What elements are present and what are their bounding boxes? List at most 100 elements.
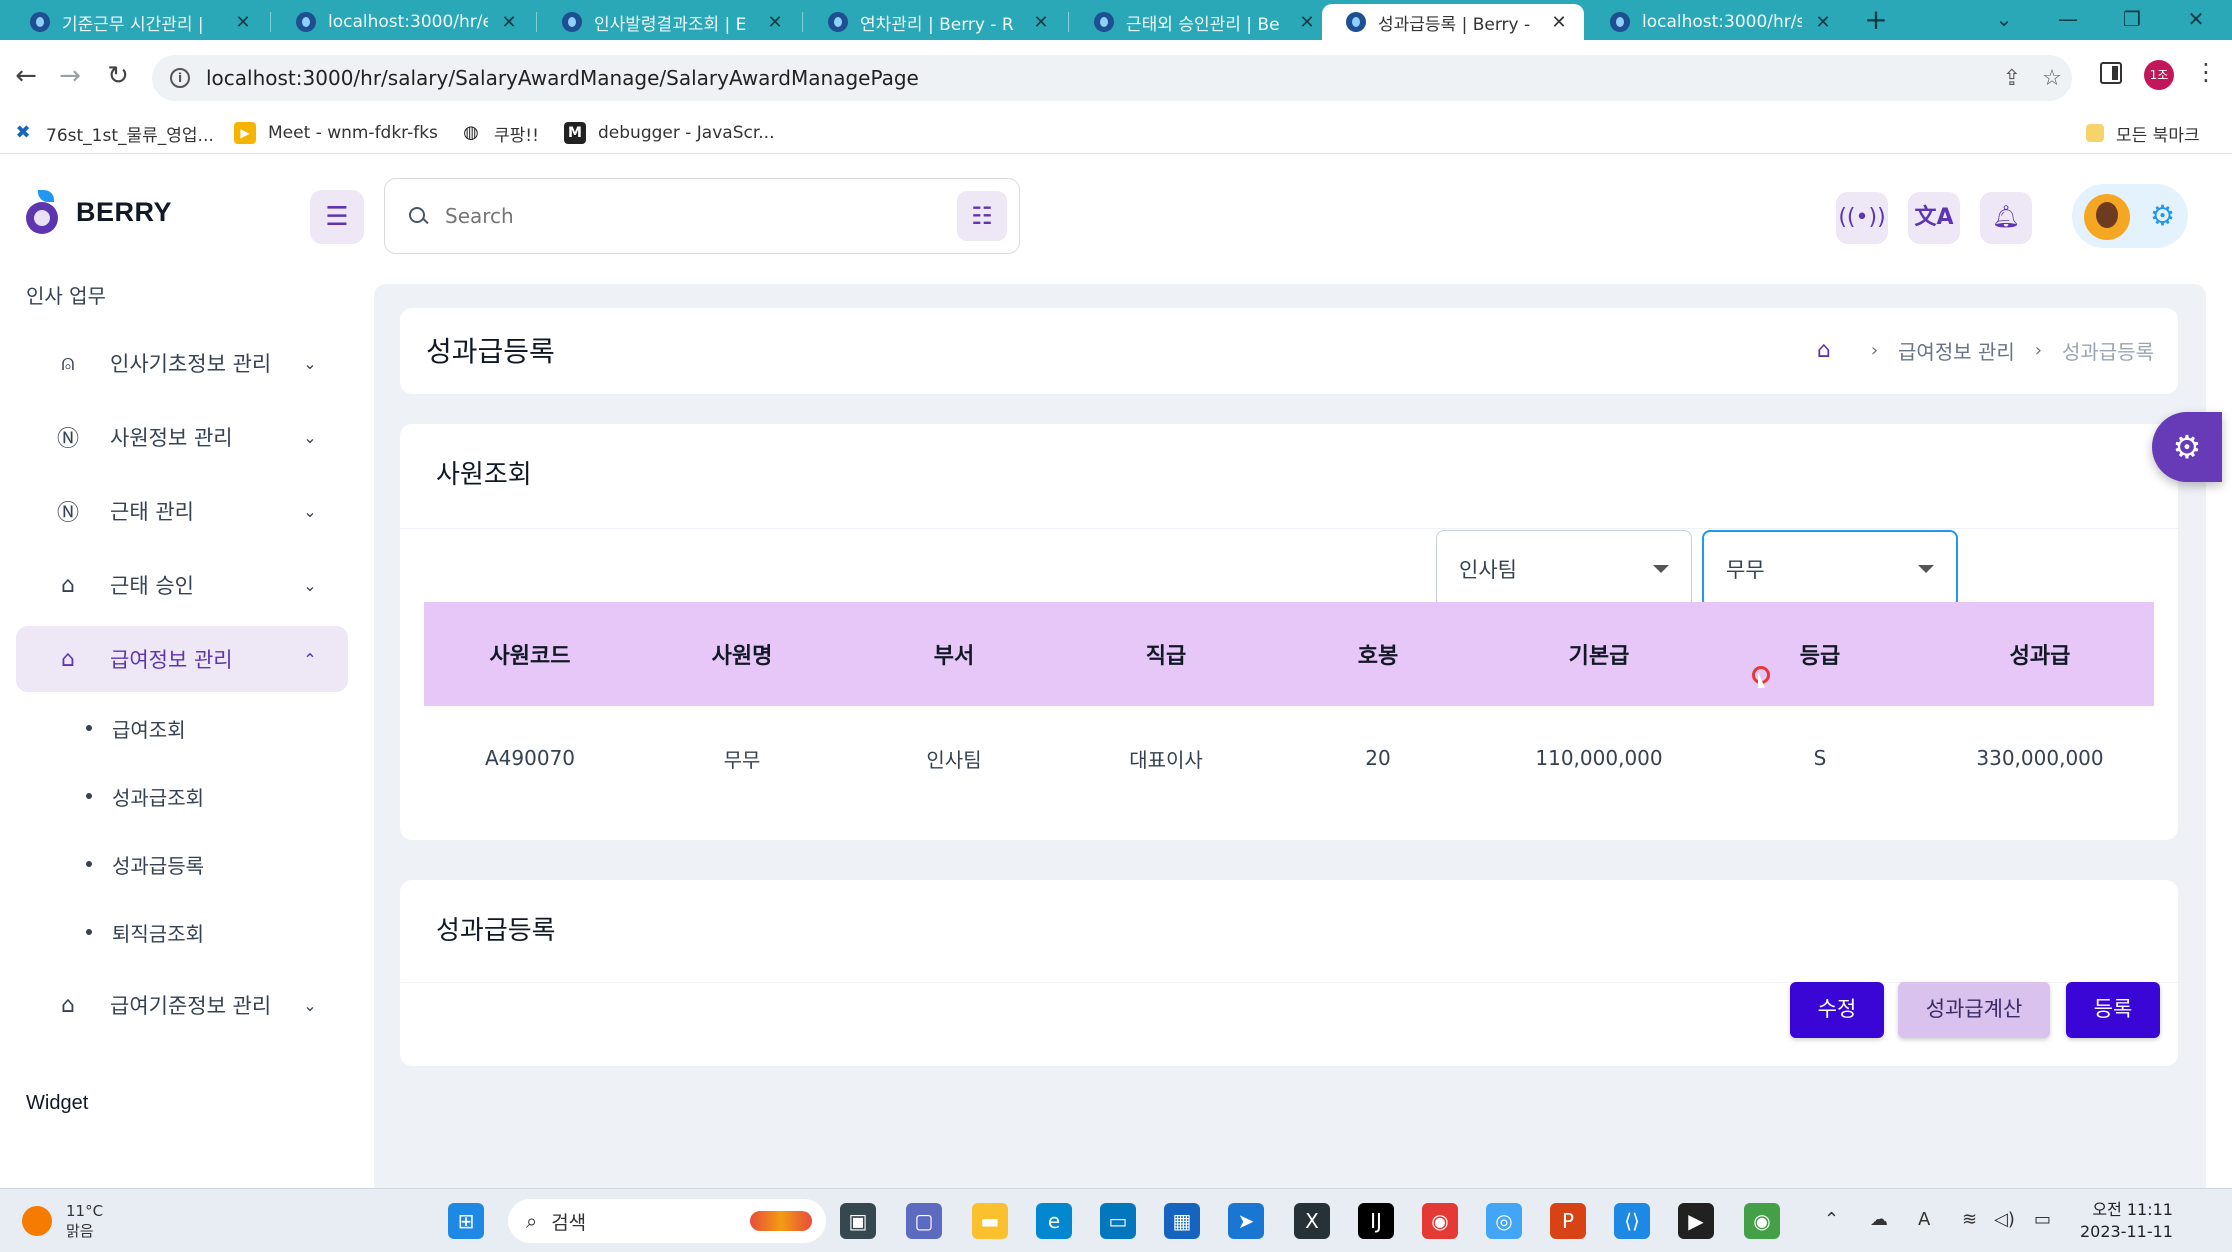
breadcrumb-item[interactable]: 급여정보 관리	[1898, 336, 2015, 365]
edit-button[interactable]: 수정	[1790, 982, 1884, 1038]
close-icon[interactable]: ✕	[1548, 12, 1570, 33]
bookmark-item[interactable]: ▶ Meet - wnm-fdkr-fks	[234, 120, 438, 146]
battery-icon[interactable]: ▭	[2034, 1209, 2051, 1230]
tab-title: localhost:3000/hr/sa	[1642, 12, 1802, 32]
star-icon[interactable]: ☆	[2040, 67, 2064, 91]
table-row[interactable]: A490070 무무 인사팀 대표이사 20 110,000,000 S 330…	[424, 706, 2154, 810]
language-button[interactable]: 文A	[1908, 192, 1960, 244]
sidebar-item-hr-basic[interactable]: ⍝ 인사기초정보 관리 ⌄	[16, 330, 348, 396]
chevron-down-icon: ⌄	[303, 353, 317, 373]
media-player-icon[interactable]: ▶	[1678, 1203, 1714, 1239]
berry-logo[interactable]: BERRY	[24, 190, 172, 234]
taskbar-search[interactable]: ⌕ 검색	[508, 1199, 826, 1243]
column-header: 성과급	[2009, 644, 2071, 669]
close-window-button[interactable]: ✕	[2164, 0, 2228, 40]
close-icon[interactable]: ✕	[498, 12, 520, 33]
system-clock[interactable]: 오전 11:11 2023-11-11	[2080, 1199, 2173, 1243]
browser-tab[interactable]: 인사발령결과조회 | E ✕	[538, 4, 800, 40]
file-explorer-icon[interactable]: ▬	[972, 1203, 1008, 1239]
notion-icon: Ⓝ	[56, 427, 79, 452]
url-text[interactable]: localhost:3000/hr/salary/SalaryAwardMana…	[206, 66, 919, 90]
url-omnibox[interactable]: i localhost:3000/hr/salary/SalaryAwardMa…	[152, 55, 2072, 101]
remote-desktop-icon[interactable]: ▭	[1100, 1203, 1136, 1239]
sidebar-item-salary[interactable]: ⌂ 급여정보 관리 ⌃	[16, 626, 348, 692]
intellij-icon[interactable]: IJ	[1358, 1203, 1394, 1239]
filter-settings-button[interactable]: ☷	[957, 191, 1007, 241]
menu-toggle-button[interactable]: ☰	[310, 190, 364, 244]
sidebar-subitem-severance-inquiry[interactable]: 퇴직금조회	[86, 915, 204, 949]
browser-menu-icon[interactable]: ⋮	[2194, 58, 2218, 86]
bookmarks-bar: ✖ 76st_1st_물류_영업... ▶ Meet - wnm-fdkr-fk…	[0, 112, 2232, 154]
notification-button[interactable]: 🔔︎	[1980, 192, 2032, 244]
chrome-icon[interactable]: ◉	[1422, 1203, 1458, 1239]
sidebar-item-attendance[interactable]: Ⓝ 근태 관리 ⌄	[16, 478, 348, 544]
minimize-button[interactable]: —	[2036, 0, 2100, 40]
close-icon[interactable]: ✕	[764, 12, 786, 33]
customize-button[interactable]: ⚙	[2152, 412, 2222, 482]
sidebar-subitem-bonus-register[interactable]: 성과급등록	[86, 847, 204, 881]
x-app-icon[interactable]: X	[1294, 1203, 1330, 1239]
sidebar-item-employee[interactable]: Ⓝ 사원정보 관리 ⌄	[16, 404, 348, 470]
ime-icon[interactable]: A	[1918, 1209, 1930, 1230]
reload-button[interactable]: ↻	[98, 56, 138, 96]
bookmark-item[interactable]: ◍ 쿠팡!!	[460, 120, 539, 146]
sidebar-item-label: 급여정보 관리	[110, 648, 233, 672]
bookmark-item[interactable]: ✖ 76st_1st_물류_영업...	[12, 120, 213, 146]
browser-tab[interactable]: localhost:3000/hr/sa ✕	[1586, 4, 1848, 40]
vscode-icon[interactable]: ⟨⟩	[1614, 1203, 1650, 1239]
close-icon[interactable]: ✕	[1030, 12, 1052, 33]
search-input[interactable]	[445, 204, 957, 228]
forward-button[interactable]: →	[50, 56, 90, 96]
site-info-icon[interactable]: i	[170, 68, 190, 88]
weather-widget[interactable]: 11°C 맑음	[22, 1201, 103, 1241]
register-button[interactable]: 등록	[2066, 982, 2160, 1038]
volume-icon[interactable]: ◁)	[1994, 1209, 2015, 1230]
department-select[interactable]: 인사팀	[1436, 530, 1692, 608]
browser-tab[interactable]: 근태외 승인관리 | Be ✕	[1070, 4, 1332, 40]
all-bookmarks[interactable]: 모든 북마크	[2086, 120, 2200, 146]
sidebar-item-salary-standard[interactable]: ⌂ 급여기준정보 관리 ⌄	[16, 972, 348, 1038]
side-panel-icon[interactable]	[2100, 62, 2122, 84]
close-icon[interactable]: ✕	[232, 12, 254, 33]
new-tab-button[interactable]: +	[1860, 5, 1892, 37]
camera-app-icon[interactable]: ◎	[1486, 1203, 1522, 1239]
tray-expand-icon[interactable]: ⌃	[1824, 1209, 1839, 1230]
browser-tab[interactable]: 연차관리 | Berry - R ✕	[804, 4, 1066, 40]
task-view-icon[interactable]: ▣	[840, 1203, 876, 1239]
store-icon[interactable]: ▦	[1164, 1203, 1200, 1239]
home-icon[interactable]: ⌂	[1817, 338, 1831, 363]
bookmark-item[interactable]: M debugger - JavaScr...	[564, 120, 774, 146]
browser-tab-active[interactable]: 성과급등록 | Berry - ✕	[1322, 4, 1584, 40]
wifi-icon[interactable]: ≋	[1962, 1209, 1977, 1230]
search-box[interactable]: ☷	[384, 178, 1020, 254]
browser-profile-avatar[interactable]: 1조	[2144, 60, 2174, 90]
maximize-button[interactable]: ❐	[2100, 0, 2164, 40]
powerpoint-icon[interactable]: P	[1550, 1203, 1586, 1239]
back-button[interactable]: ←	[6, 56, 46, 96]
sidebar-subitem-label: 급여조회	[112, 717, 186, 742]
tab-search-icon[interactable]: ⌄	[1972, 0, 2036, 40]
sidebar-item-attendance-approval[interactable]: ⌂ 근태 승인 ⌄	[16, 552, 348, 618]
basket-icon: ⌂	[61, 646, 75, 672]
broadcast-button[interactable]: ((•))	[1836, 192, 1888, 244]
basket-icon: ⌂	[61, 992, 75, 1018]
chrome-profile-icon[interactable]: ◉	[1744, 1203, 1780, 1239]
profile-menu[interactable]: ⚙	[2072, 184, 2188, 248]
sidebar-subitem-salary-inquiry[interactable]: 급여조회	[86, 711, 186, 745]
windows-start-icon[interactable]: ⊞	[448, 1203, 484, 1239]
browser-tab[interactable]: localhost:3000/hr/en ✕	[272, 4, 534, 40]
cloud-icon[interactable]: ☁	[1870, 1209, 1888, 1230]
calculate-bonus-button[interactable]: 성과급계산	[1898, 982, 2050, 1038]
close-icon[interactable]: ✕	[1812, 12, 1834, 33]
sidebar-subitem-bonus-inquiry[interactable]: 성과급조회	[86, 779, 204, 813]
employee-select[interactable]: 무무	[1702, 530, 1958, 608]
browser-tab[interactable]: 기준근무 시간관리 | ✕	[6, 4, 268, 40]
close-icon[interactable]: ✕	[1296, 12, 1318, 33]
edge-icon[interactable]: e	[1036, 1203, 1072, 1239]
arrow-app-icon[interactable]: ➤	[1228, 1203, 1264, 1239]
sidebar-heading: 인사 업무	[26, 284, 106, 308]
share-icon[interactable]: ⇪	[2000, 67, 2024, 91]
sidebar-subitem-label: 성과급등록	[112, 853, 204, 878]
tab-title: 연차관리 | Berry - R	[860, 14, 1014, 35]
chat-icon[interactable]: ▢	[906, 1203, 942, 1239]
